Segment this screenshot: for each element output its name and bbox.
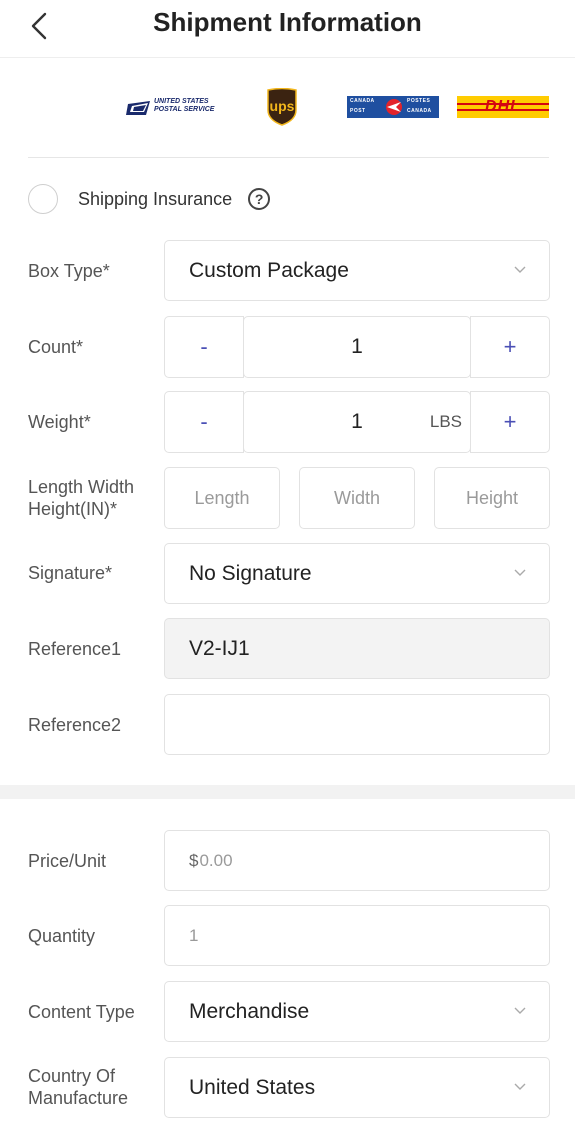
price-unit-input[interactable]: $ 0.00	[164, 830, 550, 891]
quantity-input[interactable]: 1	[164, 905, 550, 966]
content-type-select[interactable]: Merchandise	[164, 981, 550, 1042]
country-label: Country Of Manufacture	[28, 1065, 128, 1109]
country-select[interactable]: United States	[164, 1057, 550, 1118]
reference2-label: Reference2	[28, 715, 122, 735]
dimensions-label-line1: Length Width	[28, 477, 135, 497]
insurance-radio[interactable]	[28, 184, 58, 214]
weight-unit: LBS	[429, 412, 462, 431]
reference1-label: Reference1	[28, 639, 122, 659]
weight-value: 1	[351, 410, 363, 433]
width-input[interactable]: Width	[299, 467, 415, 529]
weight-stepper: - 1 LBS +	[164, 391, 550, 453]
price-unit-label: Price/Unit	[28, 851, 107, 871]
box-type-select[interactable]: Custom Package	[164, 240, 550, 301]
signature-select[interactable]: No Signature	[164, 543, 550, 604]
canada-post-line2b: CANADA	[407, 108, 432, 114]
ups-text: ups	[269, 98, 295, 114]
count-label: Count*	[28, 337, 84, 357]
reference1-value: V2-IJ1	[189, 636, 250, 660]
chevron-down-icon	[514, 569, 526, 576]
reference1-field[interactable]: V2-IJ1	[164, 618, 550, 679]
usps-eagle-icon	[126, 101, 150, 115]
weight-label: Weight*	[28, 412, 91, 432]
chevron-down-icon	[514, 1007, 526, 1014]
signature-value: No Signature	[189, 561, 312, 585]
section-separator	[0, 785, 575, 799]
canada-post-line1b: POSTES	[407, 98, 431, 104]
canada-post-logo[interactable]: CANADA POST POSTES CANADA	[347, 96, 439, 118]
weight-input[interactable]: 1 LBS	[243, 391, 471, 453]
page-title: Shipment Information	[153, 7, 422, 37]
currency-prefix: $	[189, 850, 199, 870]
canada-post-line1a: CANADA	[350, 98, 375, 104]
country-value: United States	[189, 1075, 316, 1099]
help-icon[interactable]: ?	[248, 188, 271, 210]
dimensions-label-line2: Height(IN)*	[28, 499, 118, 519]
usps-line2: POSTAL SERVICE	[154, 106, 215, 113]
canada-post-line2a: POST	[350, 108, 366, 114]
quantity-label: Quantity	[28, 926, 96, 946]
weight-plus-button[interactable]: +	[470, 391, 550, 453]
country-label-line1: Country Of	[28, 1066, 116, 1086]
country-label-line2: Manufacture	[28, 1088, 129, 1108]
quantity-placeholder: 1	[189, 925, 199, 945]
weight-minus-button[interactable]: -	[164, 391, 244, 453]
ups-logo[interactable]: ups	[266, 88, 298, 126]
canada-post-emblem-icon	[386, 99, 402, 115]
chevron-down-icon	[514, 266, 526, 273]
content-type-value: Merchandise	[189, 999, 310, 1023]
shipping-insurance-row: Shipping Insurance ?	[28, 182, 271, 216]
dhl-text: DHL	[485, 98, 521, 115]
carrier-logos: UNITED STATES POSTAL SERVICE ups CANADA …	[28, 80, 549, 136]
count-minus-button[interactable]: -	[164, 316, 244, 378]
count-stepper: - 1 +	[164, 316, 550, 378]
dimensions-label: Length Width Height(IN)*	[28, 476, 134, 520]
carrier-divider	[28, 157, 549, 158]
content-type-label: Content Type	[28, 1002, 135, 1022]
signature-label: Signature*	[28, 563, 113, 583]
usps-logo[interactable]: UNITED STATES POSTAL SERVICE	[126, 98, 222, 118]
insurance-label: Shipping Insurance	[78, 188, 233, 209]
reference2-field[interactable]	[164, 694, 550, 755]
box-type-value: Custom Package	[189, 258, 349, 282]
price-placeholder: 0.00	[199, 850, 233, 870]
header: Shipment Information	[0, 0, 575, 58]
usps-line1: UNITED STATES	[154, 98, 209, 105]
box-type-label: Box Type*	[28, 261, 110, 281]
length-input[interactable]: Length	[164, 467, 280, 529]
dhl-logo[interactable]: DHL	[457, 96, 549, 118]
chevron-down-icon	[514, 1083, 526, 1090]
height-input[interactable]: Height	[434, 467, 550, 529]
count-plus-button[interactable]: +	[470, 316, 550, 378]
count-input[interactable]: 1	[243, 316, 471, 378]
